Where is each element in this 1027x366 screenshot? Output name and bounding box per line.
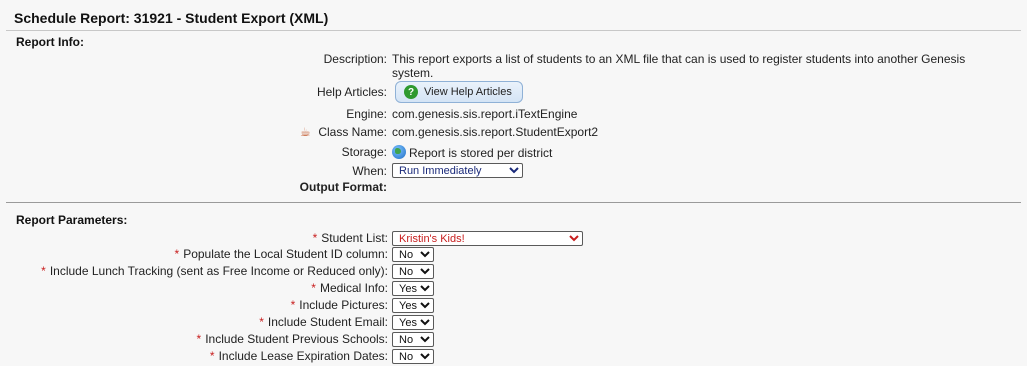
student-list-select[interactable]: Kristin's Kids! [392,231,583,246]
required-marker: * [290,298,296,312]
param-email-label: Include Student Email: [267,315,388,329]
description-line-1: This report exports a list of students t… [392,52,966,66]
help-circle-icon: ? [404,85,418,99]
param-student-list-row: * Student List: Kristin's Kids! [0,231,1027,248]
title-divider [6,30,1021,31]
lunch-tracking-select[interactable]: No [392,264,434,279]
when-label: When: [352,164,387,178]
help-articles-label: Help Articles: [316,85,387,99]
engine-label: Engine: [346,107,387,121]
required-marker: * [174,247,180,261]
lease-expiration-select[interactable]: No [392,349,434,364]
output-format-label: Output Format: [299,180,387,194]
param-prev-schools-row: * Include Student Previous Schools: No [0,332,1027,349]
view-help-articles-button[interactable]: ? View Help Articles [395,81,523,103]
globe-icon [392,145,406,159]
java-icon: ☕ [300,125,311,139]
class-name-label: Class Name: [318,125,387,139]
param-lease-label: Include Lease Expiration Dates: [218,349,388,363]
required-marker: * [209,349,215,363]
section-divider [6,202,1021,203]
description-label: Description: [323,52,387,66]
param-medical-row: * Medical Info: Yes [0,281,1027,298]
required-marker: * [311,281,316,295]
required-marker: * [312,231,318,245]
previous-schools-select[interactable]: No [392,332,434,347]
student-email-select[interactable]: Yes [392,315,434,330]
page-title: Schedule Report: 31921 - Student Export … [14,10,329,26]
storage-value: Report is stored per district [409,146,553,160]
view-help-articles-label: View Help Articles [424,85,512,98]
engine-value: com.genesis.sis.report.iTextEngine [392,107,578,121]
report-info-heading: Report Info: [16,35,84,49]
param-medical-label: Medical Info: [319,281,388,295]
param-prev-schools-label: Include Student Previous Schools: [205,332,388,346]
param-student-list-label: Student List: [321,231,388,245]
class-name-row: ☕ Class Name: com.genesis.sis.report.Stu… [0,125,1027,142]
report-parameters-heading: Report Parameters: [16,213,128,227]
required-marker: * [41,264,46,278]
when-row: When: Run Immediately [0,163,1027,181]
param-local-id-row: * Populate the Local Student ID column: N… [0,247,1027,264]
param-lease-row: * Include Lease Expiration Dates: No [0,349,1027,366]
output-format-row: Output Format: [0,180,1027,197]
param-pictures-row: * Include Pictures: Yes [0,298,1027,315]
param-local-id-label: Populate the Local Student ID column: [183,247,388,261]
param-pictures-label: Include Pictures: [299,298,388,312]
storage-row: Storage: Report is stored per district [0,145,1027,162]
local-id-select[interactable]: No [392,247,434,262]
pictures-select[interactable]: Yes [392,298,434,313]
engine-row: Engine: com.genesis.sis.report.iTextEngi… [0,107,1027,124]
class-name-value: com.genesis.sis.report.StudentExport2 [392,125,599,139]
storage-label: Storage: [341,145,387,159]
when-select[interactable]: Run Immediately [392,163,523,178]
param-lunch-label: Include Lunch Tracking (sent as Free Inc… [49,264,388,278]
help-articles-row: Help Articles: ? View Help Articles [0,81,1027,103]
param-lunch-row: * Include Lunch Tracking (sent as Free In… [0,264,1027,281]
description-line-2: system. [392,66,434,80]
param-email-row: * Include Student Email: Yes [0,315,1027,332]
medical-info-select[interactable]: Yes [392,281,434,296]
required-marker: * [259,315,264,329]
required-marker: * [196,332,202,346]
